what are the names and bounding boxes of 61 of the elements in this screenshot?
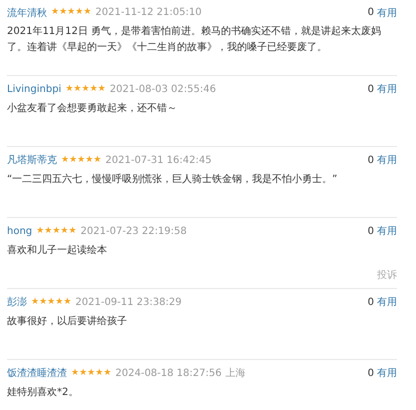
star-icon: ★: [75, 8, 84, 18]
star-icon: ★: [77, 156, 86, 164]
comment-text: 故事很好，以后要讲给孩子: [7, 314, 128, 329]
vote-count: 0: [368, 368, 374, 378]
star-icon: ★: [68, 226, 77, 236]
star-icon: ★: [87, 368, 96, 378]
star-icon: ★: [83, 8, 92, 18]
comment-time: 2021-07-23 22:19:58: [80, 226, 187, 236]
vote-count: 0: [368, 154, 374, 166]
username-link[interactable]: 凡塔斯蒂克: [7, 153, 57, 167]
star-icon: ★: [55, 298, 64, 306]
star-icon: ★: [65, 84, 74, 94]
star-icon: ★: [93, 156, 102, 164]
useful-link[interactable]: 有用: [377, 224, 397, 238]
comment-time: 2021-08-03 02:55:46: [110, 84, 216, 94]
username-link[interactable]: 饭渣渣睡渣渣: [7, 366, 67, 380]
comment-text: 小盆友看了会想要勇敢起来，还不错～: [7, 102, 178, 116]
username-link[interactable]: hong: [7, 226, 32, 236]
star-icon: ★: [95, 368, 104, 378]
comment-text: 2021年11月12日 勇气，是带着害怕前进。赖马的书确实还不错，就是讲起来太废妈了。连着讲《早起的一天》《十二生肖的故事》，我的嗓子已经要废了。: [7, 24, 382, 56]
star-icon: ★: [79, 368, 88, 378]
username-link[interactable]: Livinginbpi: [7, 84, 62, 94]
vote-count: 0: [368, 226, 374, 236]
username-link[interactable]: 彭澎: [7, 295, 27, 309]
star-icon: ★: [31, 298, 40, 306]
comment-time: 2024-08-18 18:27:56: [115, 368, 222, 378]
star-icon: ★: [60, 226, 68, 236]
star-icon: ★: [69, 156, 78, 164]
star-icon: ★: [71, 368, 80, 378]
useful-link[interactable]: 有用: [377, 366, 397, 380]
useful-link[interactable]: 有用: [377, 82, 397, 96]
comment-text: 喜欢和儿子一起读绘本: [7, 244, 108, 258]
star-icon: ★: [85, 156, 94, 164]
star-icon: ★: [61, 156, 70, 164]
useful-link[interactable]: 有用: [377, 153, 397, 167]
vote-count: 0: [368, 84, 374, 94]
star-icon: ★: [103, 368, 112, 378]
star-icon: ★: [59, 8, 68, 18]
username-link[interactable]: 流年清秋: [7, 6, 47, 20]
comment-location: 上海: [226, 366, 246, 380]
comment-time: 2021-09-11 23:38:29: [75, 296, 182, 308]
vote-count: 0: [368, 296, 374, 308]
star-icon: ★: [39, 298, 48, 306]
comment-time: 2021-07-31 16:42:45: [105, 154, 212, 166]
star-icon: ★: [98, 84, 106, 94]
star-icon: ★: [81, 84, 90, 94]
star-icon: ★: [36, 226, 44, 236]
useful-link[interactable]: 有用: [377, 6, 397, 20]
star-icon: ★: [90, 84, 98, 94]
star-icon: ★: [47, 298, 56, 306]
comment-text: 娃特别喜欢*2。: [7, 386, 80, 400]
star-icon: ★: [73, 84, 82, 94]
comment-time: 2021-11-12 21:05:10: [95, 7, 202, 18]
star-icon: ★: [63, 298, 72, 306]
star-icon: ★: [51, 8, 60, 18]
comment-text: “一二三四五六七，慢慢呼吸别慌张，巨人骑士铁金钢，我是不怕小勇士。”: [7, 172, 338, 187]
star-icon: ★: [44, 226, 52, 236]
star-icon: ★: [52, 226, 60, 236]
vote-count: 0: [368, 7, 374, 18]
useful-link[interactable]: 有用: [377, 295, 397, 309]
star-icon: ★: [67, 8, 76, 18]
